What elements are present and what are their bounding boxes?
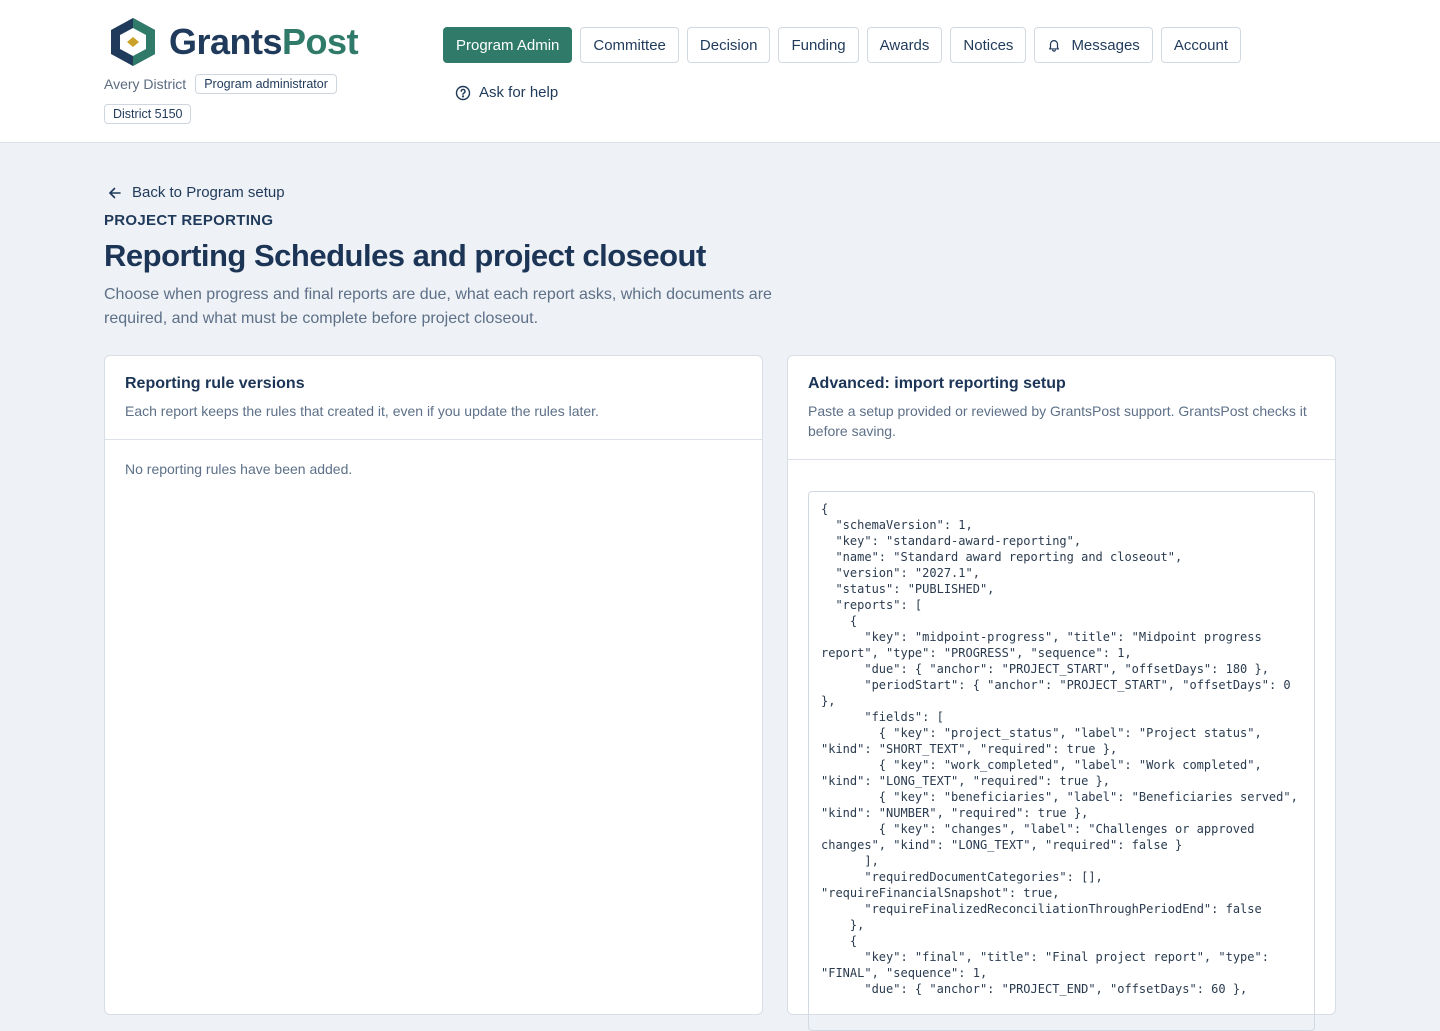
help-circle-icon — [455, 85, 471, 100]
nav-account[interactable]: Account — [1160, 27, 1242, 63]
brand-name: GrantsPost — [169, 21, 359, 62]
nav-messages[interactable]: Messages — [1034, 27, 1153, 63]
empty-state-message: No reporting rules have been added. — [125, 461, 353, 477]
bell-icon — [1049, 40, 1060, 52]
page-description: Choose when progress and final reports a… — [104, 286, 772, 327]
top-bar: GrantsPost Avery District Program admini… — [0, 0, 1440, 143]
brand-name-part1: Grants — [169, 21, 283, 62]
nav-awards[interactable]: Awards — [866, 27, 943, 63]
nav-funding[interactable]: Funding — [778, 27, 859, 63]
setup-json-textarea[interactable]: { "schemaVersion": 1, "key": "standard-a… — [808, 491, 1315, 1031]
org-line: Avery District Program administrator — [104, 74, 337, 94]
card-subtitle: Each report keeps the rules that created… — [125, 403, 599, 419]
card-header: Reporting rule versions Each report keep… — [105, 356, 762, 440]
main-nav: Program Admin Committee Decision Funding… — [443, 27, 1249, 63]
nav-notices[interactable]: Notices — [950, 27, 1027, 63]
nav-decision[interactable]: Decision — [686, 27, 771, 63]
brand-logo[interactable]: GrantsPost — [105, 16, 359, 68]
section-eyebrow: PROJECT REPORTING — [104, 212, 274, 229]
back-to-program-setup-link[interactable]: Back to Program setup — [108, 184, 285, 201]
import-reporting-setup-card: Advanced: import reporting setup Paste a… — [787, 355, 1336, 1031]
org-name: Avery District — [104, 76, 187, 92]
page-title: Reporting Schedules and project closeout — [104, 238, 706, 273]
card-title: Reporting rule versions — [125, 375, 305, 392]
nav-program-admin[interactable]: Program Admin — [443, 27, 573, 63]
nav-messages-label: Messages — [1071, 36, 1140, 54]
arrow-left-icon — [109, 187, 121, 198]
ask-for-help-link[interactable]: Ask for help — [455, 84, 558, 101]
reporting-rule-versions-card: Reporting rule versions Each report keep… — [104, 355, 763, 1015]
card-title: Advanced: import reporting setup — [808, 375, 1066, 392]
district-badge: District 5150 — [104, 104, 192, 124]
logo-mark-icon — [111, 18, 155, 66]
setup-json-text: { "schemaVersion": 1, "key": "standard-a… — [821, 502, 1298, 996]
back-link-label: Back to Program setup — [132, 184, 285, 201]
card-header: Advanced: import reporting setup Paste a… — [788, 356, 1335, 460]
nav-committee[interactable]: Committee — [580, 27, 679, 63]
role-badge: Program administrator — [195, 74, 337, 94]
card-subtitle: Paste a setup provided or reviewed by Gr… — [808, 403, 1307, 439]
ask-for-help-label: Ask for help — [479, 84, 559, 101]
brand-name-part2: Post — [282, 21, 359, 62]
